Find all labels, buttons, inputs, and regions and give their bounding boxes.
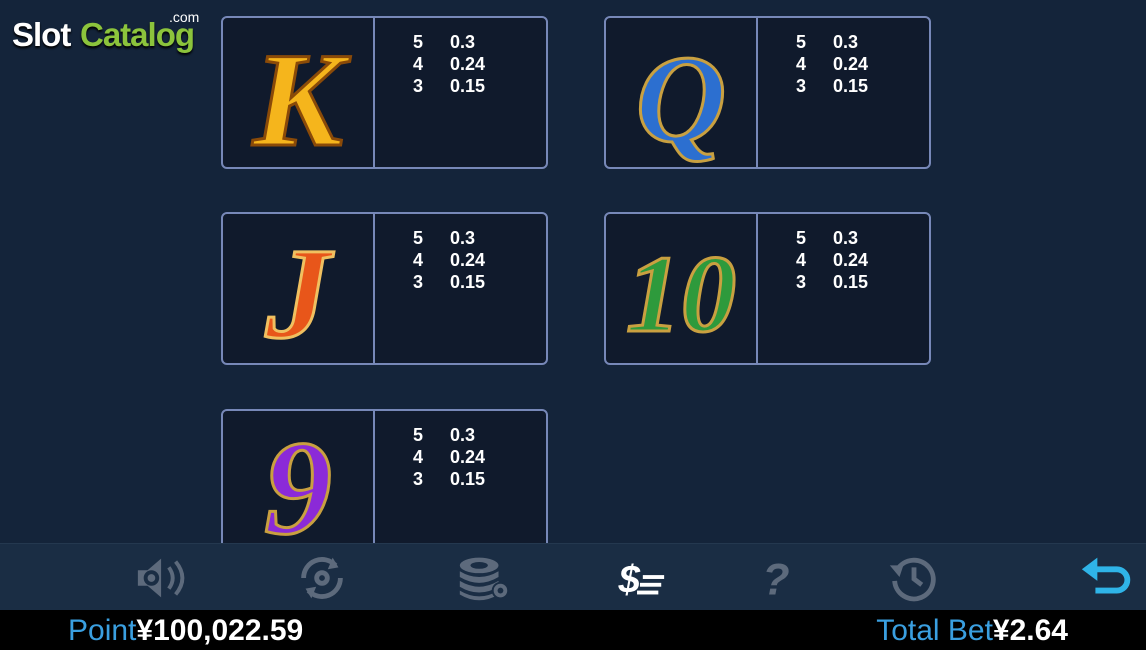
point-label: Point xyxy=(68,614,137,647)
symbol-9-icon: 9 xyxy=(223,411,375,560)
symbol-k-icon: K xyxy=(223,18,375,167)
paytable-values: 5 0.3 4 0.24 3 0.15 xyxy=(796,227,868,293)
status-bar: Point¥100,022.59 Total Bet¥2.64 xyxy=(0,610,1146,650)
pay-row: 4 0.24 xyxy=(796,53,869,74)
pay-row: 5 0.3 xyxy=(413,227,476,248)
symbol-10-icon: 10 xyxy=(606,214,758,363)
pay-row: 5 0.3 xyxy=(413,424,476,445)
total-bet-value: ¥2.64 xyxy=(992,614,1068,647)
symbol-q-icon: Q xyxy=(606,18,758,167)
pay-row: 3 0.15 xyxy=(413,271,486,292)
pay-row: 3 0.15 xyxy=(796,75,869,96)
pay-row: 4 0.24 xyxy=(413,53,486,74)
autoplay-settings-icon[interactable] xyxy=(292,552,352,604)
paytable-card-q: Q 5 0.3 4 0.24 3 0.15 xyxy=(604,16,931,169)
sound-settings-icon[interactable] xyxy=(134,552,194,604)
bet-chips-icon[interactable] xyxy=(454,552,514,604)
svg-text:$: $ xyxy=(618,559,641,602)
pay-row: 3 0.15 xyxy=(413,75,486,96)
pay-row: 3 0.15 xyxy=(796,271,869,292)
svg-text:Q: Q xyxy=(636,31,726,163)
slotcatalog-logo: Slot Catalog .com xyxy=(12,8,212,58)
point-balance: Point¥100,022.59 xyxy=(68,614,303,648)
paytable-values: 5 0.3 4 0.24 3 0.15 xyxy=(796,31,868,97)
logo-text-slot: Slot xyxy=(12,16,71,53)
svg-text:9: 9 xyxy=(264,414,332,551)
bottom-toolbar: $ ? xyxy=(0,543,1146,611)
symbol-j-icon: J xyxy=(223,214,375,363)
paytable-values: 5 0.3 4 0.24 3 0.15 xyxy=(413,31,485,97)
paytable-card-9: 9 5 0.3 4 0.24 3 0.15 xyxy=(221,409,548,562)
svg-text:K: K xyxy=(252,26,351,163)
help-icon[interactable]: ? xyxy=(746,552,806,604)
pay-row: 4 0.24 xyxy=(796,249,869,270)
paytable-card-j: J 5 0.3 4 0.24 3 0.15 xyxy=(221,212,548,365)
paytable-values: 5 0.3 4 0.24 3 0.15 xyxy=(413,227,485,293)
total-bet-label: Total Bet xyxy=(876,614,993,647)
pay-row: 5 0.3 xyxy=(796,31,859,52)
paytable-card-k: K 5 0.3 4 0.24 3 0.15 xyxy=(221,16,548,169)
pay-row: 4 0.24 xyxy=(413,446,486,467)
total-bet: Total Bet¥2.64 xyxy=(876,614,1068,648)
history-icon[interactable] xyxy=(884,552,944,604)
paytable-values: 5 0.3 4 0.24 3 0.15 xyxy=(413,424,485,490)
svg-text:?: ? xyxy=(762,555,789,603)
pay-row: 5 0.3 xyxy=(796,227,859,248)
point-value: ¥100,022.59 xyxy=(136,614,304,647)
paytable-card-10: 10 5 0.3 4 0.24 3 0.15 xyxy=(604,212,931,365)
logo-text-com: .com xyxy=(169,9,200,25)
pay-row: 5 0.3 xyxy=(413,31,476,52)
pay-row: 3 0.15 xyxy=(413,468,486,489)
pay-row: 4 0.24 xyxy=(413,249,486,270)
back-icon[interactable] xyxy=(1078,552,1138,604)
paytable-icon[interactable]: $ xyxy=(608,552,668,604)
svg-text:10: 10 xyxy=(626,233,736,355)
svg-text:J: J xyxy=(265,222,335,359)
